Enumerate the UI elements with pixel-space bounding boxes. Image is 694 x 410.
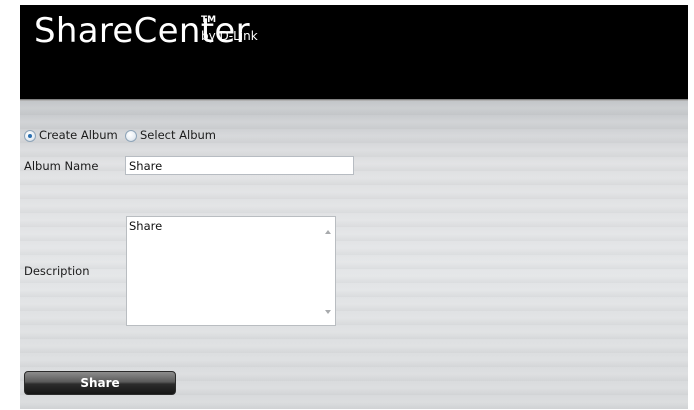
logo-by-dlink: by D-Link [201, 29, 258, 43]
header-banner: ShareCenter TM by D-Link [20, 5, 688, 99]
logo-trademark: TM [201, 15, 217, 25]
create-album-radio[interactable] [24, 130, 36, 142]
scroll-down-arrow-icon[interactable] [325, 310, 331, 314]
album-form-panel: Create Album Select Album Album Name Sha… [20, 101, 688, 409]
album-name-input[interactable]: Share [125, 156, 354, 175]
app-frame: ShareCenter TM by D-Link Create Album Se… [20, 5, 688, 409]
description-text: Share [129, 219, 163, 233]
select-album-label[interactable]: Select Album [140, 128, 216, 142]
scroll-up-arrow-icon[interactable] [325, 230, 331, 234]
description-label: Description [24, 264, 90, 278]
description-textarea[interactable]: Share [126, 216, 336, 326]
album-name-label: Album Name [24, 159, 99, 173]
select-album-radio[interactable] [125, 130, 137, 142]
create-album-label[interactable]: Create Album [39, 128, 118, 142]
share-button[interactable]: Share [24, 371, 176, 395]
sharecenter-logo: ShareCenter TM by D-Link [34, 11, 258, 51]
